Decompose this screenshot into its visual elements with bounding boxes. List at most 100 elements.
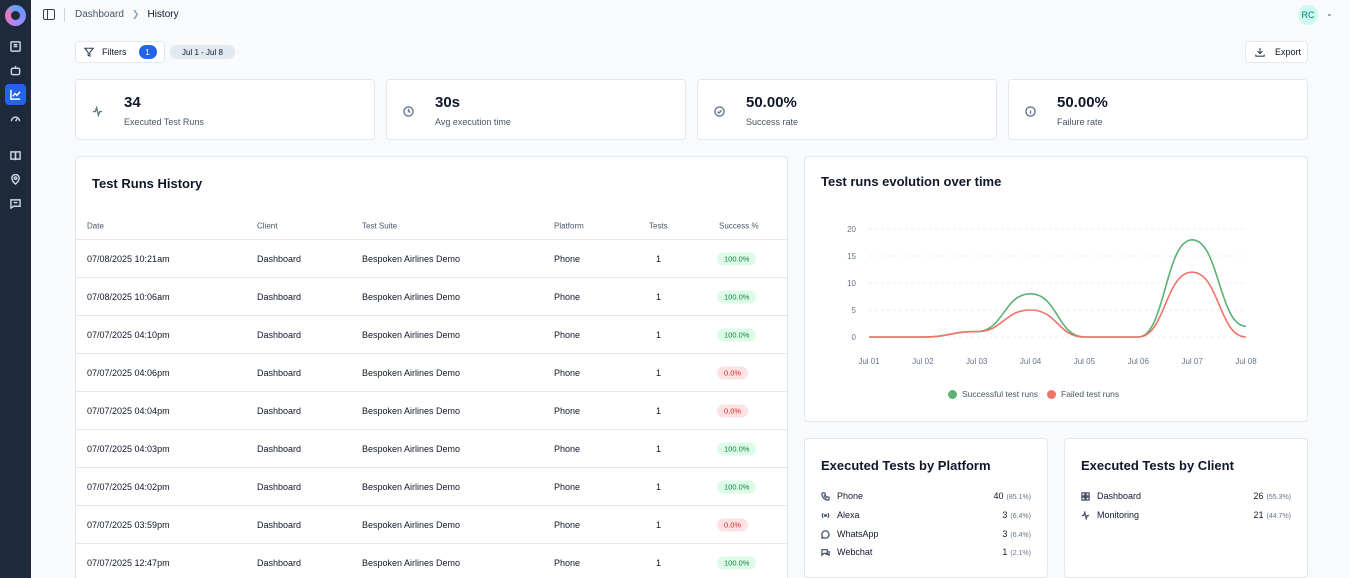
cell-client: Dashboard	[257, 557, 302, 568]
cell-client: Dashboard	[257, 519, 302, 530]
table-row[interactable]: 07/08/2025 10:21am Dashboard Bespoken Airl…	[76, 240, 787, 278]
count-percent: (55.3%)	[1266, 494, 1291, 501]
stat-card-executed-runs: 34 Executed Test Runs	[75, 79, 375, 140]
export-button[interactable]: Export	[1245, 41, 1308, 63]
cell-tests: 1	[656, 367, 662, 378]
nav-location-icon[interactable]	[5, 169, 26, 190]
count-value: 3	[1002, 529, 1008, 539]
col-test-suite[interactable]: Test Suite	[362, 222, 397, 231]
cell-date: 07/07/2025 04:04pm	[87, 405, 170, 416]
col-tests[interactable]: Tests	[649, 222, 668, 231]
count-percent: (44.7%)	[1266, 513, 1291, 520]
table-row[interactable]: 07/07/2025 04:10pm Dashboard Bespoken Airl…	[76, 316, 787, 354]
sidebar-toggle-icon[interactable]	[43, 9, 55, 20]
table-row[interactable]: 07/07/2025 04:02pm Dashboard Bespoken Airl…	[76, 468, 787, 506]
nav-tests-icon[interactable]	[5, 36, 26, 57]
series-line-failed	[869, 271, 1247, 338]
stat-card-failure-rate: 50.00% Failure rate	[1008, 79, 1308, 140]
breadcrumb-dashboard[interactable]: Dashboard	[75, 9, 124, 20]
cell-suite: Bespoken Airlines Demo	[362, 329, 461, 340]
count-percent: (6.4%)	[1010, 532, 1031, 539]
left-rail	[0, 0, 31, 578]
success-badge: 100.0%	[717, 442, 757, 455]
platform-row-webchat: Webchat 1 (2.1%)	[821, 543, 1031, 561]
table-row[interactable]: 07/07/2025 04:03pm Dashboard Bespoken Airl…	[76, 430, 787, 468]
cell-date: 07/07/2025 04:03pm	[87, 443, 170, 454]
count-percent: (2.1%)	[1010, 550, 1031, 557]
platform-count: 3 (6.4%)	[1002, 529, 1031, 539]
table-row[interactable]: 07/08/2025 10:06am Dashboard Bespoken Airl…	[76, 278, 787, 316]
cell-platform: Phone	[554, 405, 581, 416]
nav-feedback-icon[interactable]	[5, 193, 26, 214]
table-row[interactable]: 07/07/2025 12:47pm Dashboard Bespoken Airl…	[76, 544, 787, 578]
cell-tests: 1	[656, 405, 662, 416]
y-tick-label: 0	[852, 333, 857, 342]
nav-bot-icon[interactable]	[5, 60, 26, 81]
cell-client: Dashboard	[257, 291, 302, 302]
success-badge: 100.0%	[717, 556, 757, 569]
cell-platform: Phone	[554, 443, 581, 454]
nav-history-chart-icon[interactable]	[5, 84, 26, 105]
table-row[interactable]: 07/07/2025 03:59pm Dashboard Bespoken Airl…	[76, 506, 787, 544]
avatar[interactable]: RC	[1298, 5, 1318, 25]
filters-count-badge: 1	[138, 45, 157, 59]
cell-platform: Phone	[554, 253, 581, 264]
cell-client: Dashboard	[257, 481, 302, 492]
cell-date: 07/07/2025 04:06pm	[87, 367, 170, 378]
x-tick-label: Jul 07	[1181, 357, 1203, 366]
check-circle-icon	[714, 104, 725, 117]
date-range-chip[interactable]: Jul 1 - Jul 8	[170, 45, 235, 59]
table-row[interactable]: 07/07/2025 04:04pm Dashboard Bespoken Airl…	[76, 392, 787, 430]
cell-tests: 1	[656, 443, 662, 454]
table-row[interactable]: 07/07/2025 04:06pm Dashboard Bespoken Airl…	[76, 354, 787, 392]
stat-value: 30s	[435, 94, 461, 111]
col-platform[interactable]: Platform	[554, 222, 584, 231]
stat-value: 50.00%	[1057, 94, 1108, 111]
legend-success: Successful test runs	[948, 389, 1038, 399]
count-value: 3	[1002, 510, 1008, 520]
client-count: 26 (55.3%)	[1253, 491, 1291, 501]
legend-success-swatch	[948, 389, 957, 399]
platform-name: Alexa	[837, 510, 860, 520]
history-panel: Test Runs History Date Client Test Suite…	[75, 156, 788, 578]
activity-icon	[92, 104, 103, 118]
filters-button[interactable]: Filters 1	[75, 41, 165, 63]
cell-client: Dashboard	[257, 253, 302, 264]
cell-date: 07/08/2025 10:06am	[87, 291, 170, 302]
col-date[interactable]: Date	[87, 222, 104, 231]
col-client[interactable]: Client	[257, 222, 277, 231]
evolution-chart: 0 5 10 15 20 Jul 01 Jul 02 Jul 03 Jul 04 Jul 05 Ju…	[847, 225, 1257, 366]
client-name: Dashboard	[1097, 491, 1142, 501]
app-logo[interactable]	[5, 5, 26, 26]
cell-platform: Phone	[554, 481, 581, 492]
chat-bubble-icon	[821, 529, 830, 539]
cell-platform: Phone	[554, 329, 581, 340]
stat-card-avg-time: 30s Avg execution time	[386, 79, 686, 140]
cell-suite: Bespoken Airlines Demo	[362, 557, 461, 568]
success-badge: 100.0%	[717, 252, 757, 265]
cell-tests: 1	[656, 519, 662, 530]
cell-platform: Phone	[554, 367, 581, 378]
legend-failed-swatch	[1047, 389, 1056, 399]
cell-platform: Phone	[554, 557, 581, 568]
cell-tests: 1	[656, 481, 662, 492]
evolution-panel: Test runs evolution over time 0 5 10 15 20 Ju…	[804, 156, 1308, 422]
success-badge: 100.0%	[717, 480, 757, 493]
top-bar: Dashboard ❯ History RC ⌄	[31, 0, 1350, 30]
nav-book-icon[interactable]	[5, 145, 26, 166]
stat-value: 34	[124, 94, 141, 111]
col-success[interactable]: Success %	[719, 222, 759, 231]
x-tick-label: Jul 02	[912, 357, 934, 366]
legend-failed: Failed test runs	[1047, 389, 1119, 399]
y-tick-label: 20	[847, 225, 856, 234]
client-name: Monitoring	[1097, 510, 1140, 520]
legend-success-label: Successful test runs	[962, 389, 1039, 399]
cell-suite: Bespoken Airlines Demo	[362, 443, 461, 454]
stat-card-success-rate: 50.00% Success rate	[697, 79, 997, 140]
cell-platform: Phone	[554, 291, 581, 302]
nav-gauge-icon[interactable]	[5, 108, 26, 129]
cell-tests: 1	[656, 557, 662, 568]
chevron-down-icon[interactable]: ⌄	[1326, 9, 1333, 18]
stat-label: Success rate	[746, 117, 799, 127]
phone-icon	[821, 491, 830, 501]
